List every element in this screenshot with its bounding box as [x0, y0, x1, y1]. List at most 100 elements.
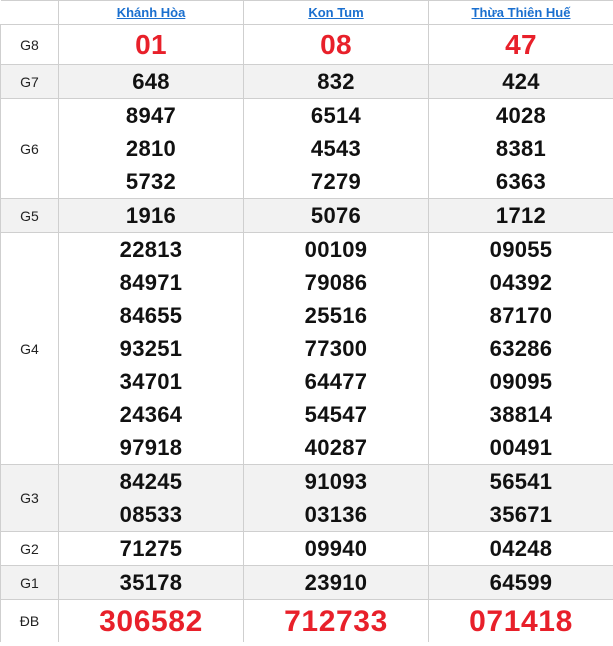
- prize-number: 84245: [119, 469, 183, 494]
- prize-row-g8: G8 01 08 47: [0, 24, 613, 65]
- prize-row-g3: G3 84245 08533 91093 03136 56541 35671: [0, 464, 613, 532]
- prize-number: 7279: [310, 169, 362, 194]
- prize-number: 424: [502, 69, 540, 94]
- prize-row-g7: G7 648 832 424: [0, 64, 613, 99]
- prize-cell: 712733: [243, 599, 429, 642]
- prize-cell: 08: [243, 24, 429, 65]
- prize-number: 35178: [119, 570, 183, 595]
- prize-number: 4028: [495, 103, 547, 128]
- prize-number: 04248: [489, 536, 553, 561]
- prize-number: 648: [132, 69, 170, 94]
- prize-number: 22813: [119, 237, 183, 262]
- prize-label: G7: [0, 64, 59, 99]
- prize-cell: 1712: [428, 198, 613, 233]
- prize-cell: 04248: [428, 531, 613, 566]
- prize-cell: 56541 35671: [428, 464, 613, 532]
- prize-cell: 47: [428, 24, 613, 65]
- prize-number: 38814: [489, 402, 553, 427]
- prize-number: 6363: [495, 169, 547, 194]
- prize-cell: 23910: [243, 565, 429, 600]
- prize-number: 01: [135, 29, 167, 60]
- prize-label: G4: [0, 232, 59, 465]
- prize-label: ĐB: [0, 599, 59, 642]
- prize-number: 24364: [119, 402, 183, 427]
- prize-number: 08533: [119, 502, 183, 527]
- prize-cell: 91093 03136: [243, 464, 429, 532]
- prize-number: 79086: [304, 270, 368, 295]
- prize-number: 47: [505, 29, 537, 60]
- prize-cell: 832: [243, 64, 429, 99]
- prize-row-g5: G5 1916 5076 1712: [0, 198, 613, 233]
- prize-cell: 6514 4543 7279: [243, 98, 429, 199]
- prize-number: 832: [317, 69, 355, 94]
- special-prize-number: 071418: [469, 604, 573, 638]
- prize-cell: 424: [428, 64, 613, 99]
- prize-number: 63286: [489, 336, 553, 361]
- prize-cell: 01: [58, 24, 244, 65]
- prize-number: 09940: [304, 536, 368, 561]
- prize-number: 56541: [489, 469, 553, 494]
- prize-number: 1916: [125, 203, 177, 228]
- prize-row-special: ĐB 306582 712733 071418: [0, 599, 613, 642]
- prize-number: 35671: [489, 502, 553, 527]
- prize-label: G1: [0, 565, 59, 600]
- prize-row-g4: G4 22813 84971 84655 93251 34701 24364 9…: [0, 232, 613, 465]
- lottery-results-table: Khánh Hòa Kon Tum Thừa Thiên Huế G8 01 0…: [0, 0, 613, 642]
- prize-cell: 071418: [428, 599, 613, 642]
- prize-number: 93251: [119, 336, 183, 361]
- prize-number: 09095: [489, 369, 553, 394]
- prize-row-g6: G6 8947 2810 5732 6514 4543 7279 4028 83…: [0, 98, 613, 199]
- prize-number: 1712: [495, 203, 547, 228]
- province-link-thua-thien-hue[interactable]: Thừa Thiên Huế: [472, 5, 571, 20]
- province-link-kon-tum[interactable]: Kon Tum: [308, 5, 363, 20]
- prize-label: G2: [0, 531, 59, 566]
- prize-cell: 64599: [428, 565, 613, 600]
- province-header: Thừa Thiên Huế: [428, 0, 613, 25]
- prize-number: 6514: [310, 103, 362, 128]
- prize-number: 4543: [310, 136, 362, 161]
- prize-number: 2810: [125, 136, 177, 161]
- prize-cell: 306582: [58, 599, 244, 642]
- prize-label: G6: [0, 98, 59, 199]
- prize-number: 34701: [119, 369, 183, 394]
- special-prize-number: 712733: [284, 604, 388, 638]
- prize-number: 03136: [304, 502, 368, 527]
- prize-number: 8947: [125, 103, 177, 128]
- prize-number: 23910: [304, 570, 368, 595]
- prize-number: 84971: [119, 270, 183, 295]
- prize-number: 77300: [304, 336, 368, 361]
- prize-row-g2: G2 71275 09940 04248: [0, 531, 613, 566]
- prize-number: 25516: [304, 303, 368, 328]
- prize-number: 00491: [489, 435, 553, 460]
- prize-number: 04392: [489, 270, 553, 295]
- prize-number: 54547: [304, 402, 368, 427]
- prize-number: 5732: [125, 169, 177, 194]
- prize-cell: 22813 84971 84655 93251 34701 24364 9791…: [58, 232, 244, 465]
- prize-label: G5: [0, 198, 59, 233]
- prize-label: G8: [0, 24, 59, 65]
- prize-number: 87170: [489, 303, 553, 328]
- prize-number: 40287: [304, 435, 368, 460]
- prize-cell: 5076: [243, 198, 429, 233]
- prize-number: 64477: [304, 369, 368, 394]
- prize-number: 5076: [310, 203, 362, 228]
- header-row: Khánh Hòa Kon Tum Thừa Thiên Huế: [0, 0, 613, 25]
- prize-cell: 1916: [58, 198, 244, 233]
- prize-number: 91093: [304, 469, 368, 494]
- province-link-khanh-hoa[interactable]: Khánh Hòa: [117, 5, 186, 20]
- prize-cell: 84245 08533: [58, 464, 244, 532]
- province-header: Khánh Hòa: [58, 0, 244, 25]
- prize-cell: 648: [58, 64, 244, 99]
- prize-cell: 4028 8381 6363: [428, 98, 613, 199]
- province-header: Kon Tum: [243, 0, 429, 25]
- prize-row-g1: G1 35178 23910 64599: [0, 565, 613, 600]
- prize-number: 84655: [119, 303, 183, 328]
- prize-number: 64599: [489, 570, 553, 595]
- prize-cell: 00109 79086 25516 77300 64477 54547 4028…: [243, 232, 429, 465]
- prize-number: 97918: [119, 435, 183, 460]
- prize-label: G3: [0, 464, 59, 532]
- prize-number: 8381: [495, 136, 547, 161]
- prize-cell: 71275: [58, 531, 244, 566]
- header-corner: [0, 0, 59, 25]
- prize-number: 08: [320, 29, 352, 60]
